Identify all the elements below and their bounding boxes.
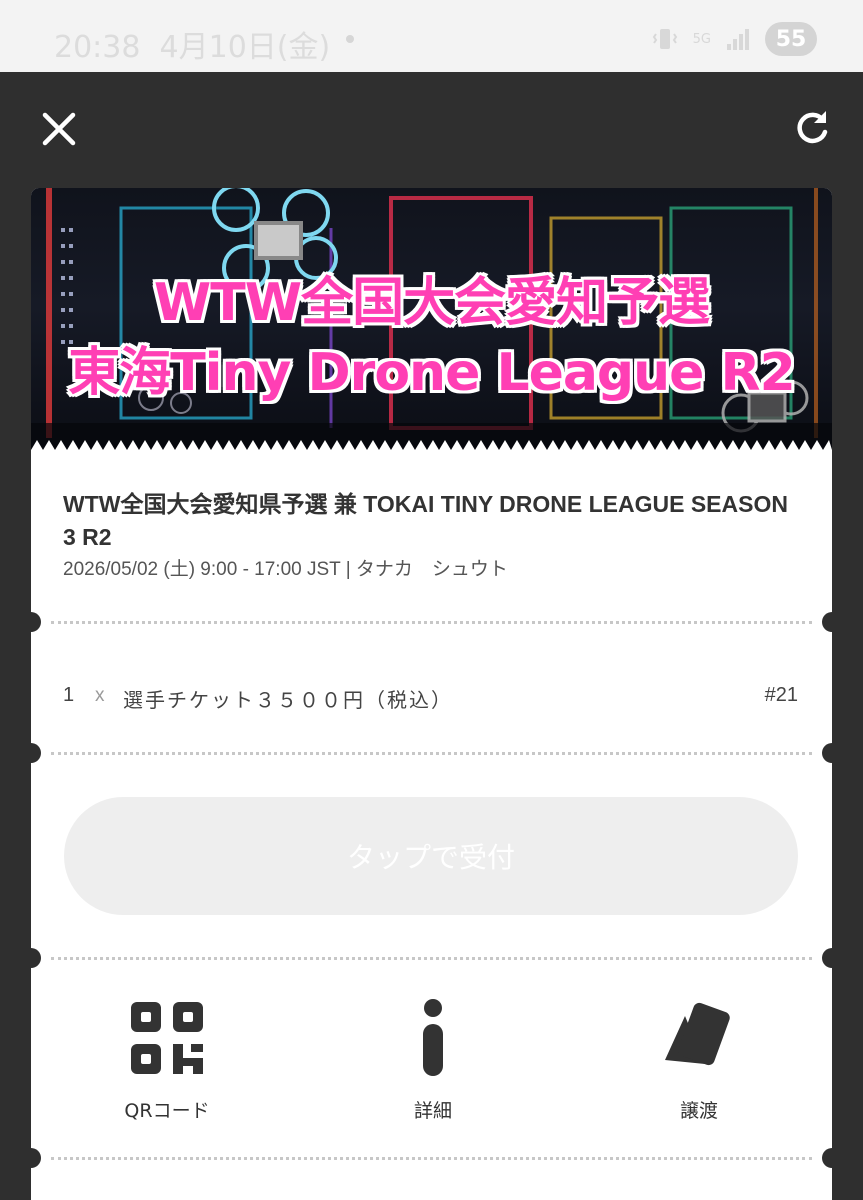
qr-code-button[interactable]: QRコード	[87, 998, 247, 1123]
event-title: WTW全国大会愛知県予選 兼 TOKAI TINY DRONE LEAGUE S…	[63, 491, 788, 550]
perforation-divider	[31, 743, 832, 763]
qr-code-label: QRコード	[124, 1100, 210, 1122]
perforation-notch	[822, 948, 832, 968]
info-icon[interactable]	[393, 998, 473, 1078]
perforation-notch	[31, 1148, 41, 1168]
transfer-label: 譲渡	[679, 1100, 718, 1122]
perforation-divider	[31, 948, 832, 968]
transfer-ticket-icon[interactable]	[659, 998, 739, 1078]
network-type-label: 5G	[692, 31, 711, 47]
details-button[interactable]: 詳細	[353, 998, 513, 1123]
status-date: 4月10日(金)	[159, 30, 331, 65]
tap-to-checkin-button[interactable]: タップで受付	[64, 797, 798, 915]
ticket-card: WTW全国大会愛知予選 東海Tiny Drone League R2 WTW全国…	[31, 188, 832, 1200]
banner-title-line2: 東海Tiny Drone League R2	[68, 343, 796, 403]
perforation-notch	[31, 948, 41, 968]
perforation-notch	[822, 1148, 832, 1168]
event-datetime-organizer: 2026/05/02 (土) 9:00 - 17:00 JST | タナカ シュ…	[63, 559, 508, 580]
dotted-line	[51, 752, 812, 755]
event-banner: WTW全国大会愛知予選 東海Tiny Drone League R2	[31, 188, 832, 450]
signal-icon	[727, 29, 749, 50]
transfer-button[interactable]: 譲渡	[619, 998, 779, 1123]
notification-dot-icon	[346, 35, 354, 43]
dotted-line	[51, 957, 812, 960]
status-bar: 20:38 4月10日(金) 5G 55	[0, 0, 863, 72]
vibrate-icon	[652, 29, 677, 49]
reload-button[interactable]	[792, 108, 832, 148]
battery-indicator: 55	[765, 22, 817, 56]
ticket-zigzag-edge	[31, 440, 832, 450]
close-button[interactable]	[40, 110, 78, 148]
details-label: 詳細	[413, 1100, 452, 1122]
close-icon[interactable]	[40, 110, 78, 148]
perforation-notch	[31, 612, 41, 632]
status-icons: 5G 55	[651, 22, 817, 56]
perforation-notch	[822, 743, 832, 763]
ticket-times-sign: x	[95, 685, 105, 706]
ticket-quantity: 1	[63, 684, 75, 706]
ticket-number: #21	[764, 684, 798, 706]
dotted-line	[51, 1157, 812, 1160]
perforation-notch	[822, 612, 832, 632]
perforation-divider	[31, 612, 832, 632]
ticket-type-name: 選手チケット３５００円（税込）	[123, 688, 453, 712]
status-clock: 20:38	[54, 30, 141, 65]
dotted-line	[51, 621, 812, 624]
perforation-divider	[31, 1148, 832, 1168]
qr-code-icon[interactable]	[127, 998, 207, 1078]
reload-icon[interactable]	[792, 108, 832, 148]
perforation-notch	[31, 743, 41, 763]
banner-title-line1: WTW全国大会愛知予選	[153, 273, 710, 333]
status-time: 20:38 4月10日(金)	[54, 22, 330, 66]
